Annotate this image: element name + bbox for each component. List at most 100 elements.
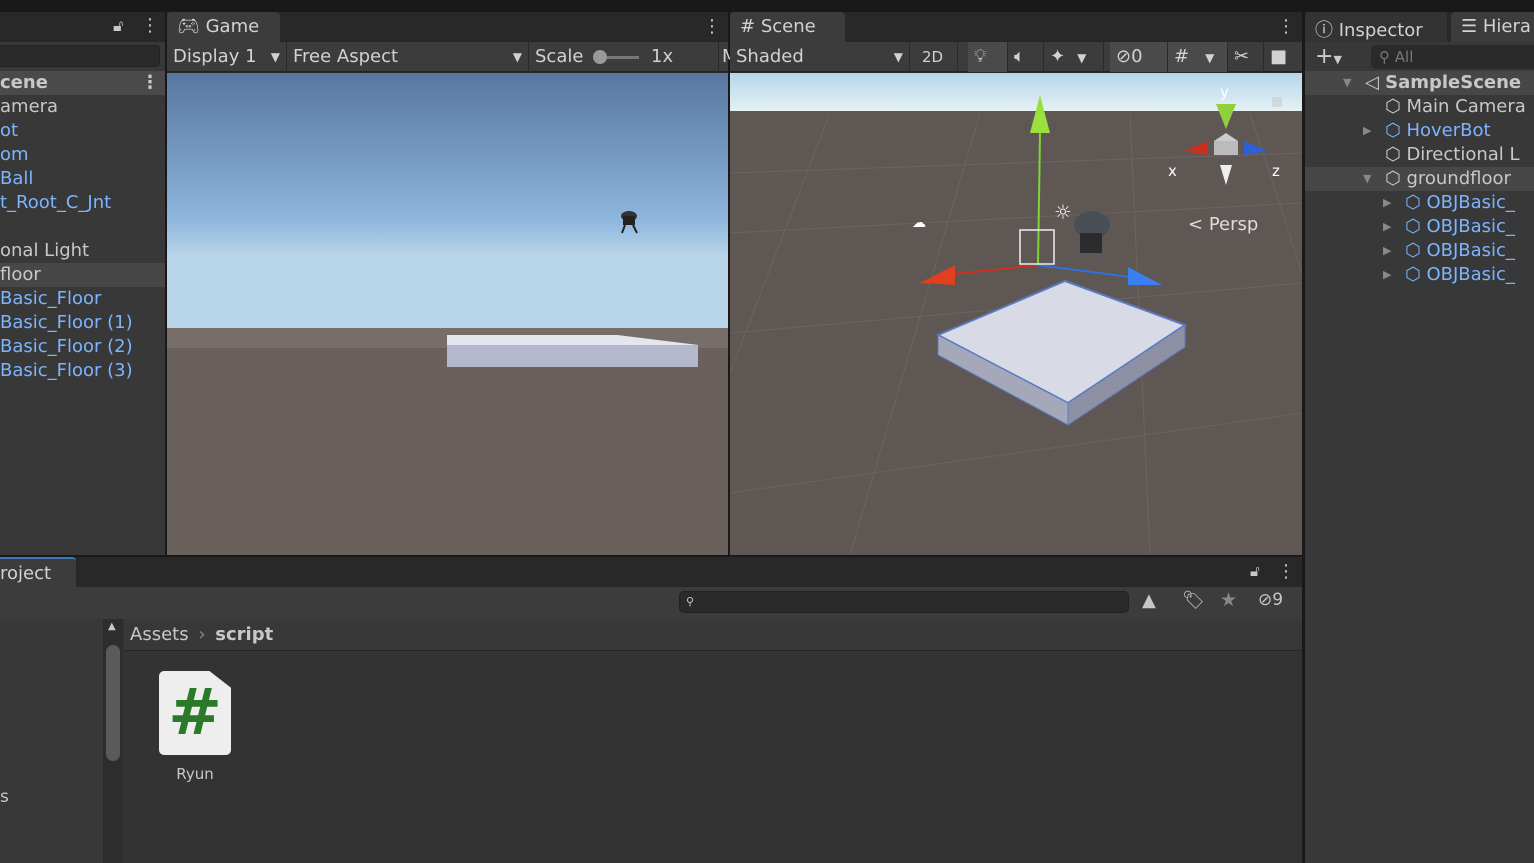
hierarchy-item[interactable]: ▶ ⬡ HoverBot <box>1305 119 1534 143</box>
scene-menu-icon[interactable]: ⋮ <box>141 71 159 95</box>
hierarchy-item[interactable]: ▼ ⬡ groundfloor <box>1305 167 1534 191</box>
tab-scene[interactable]: # Scene <box>730 12 845 42</box>
breadcrumb-script[interactable]: script <box>215 624 273 645</box>
breadcrumb-assets[interactable]: Assets <box>130 624 189 645</box>
display-dropdown[interactable]: Display 1 ▼ <box>167 42 287 72</box>
scale-slider-handle[interactable] <box>593 50 607 64</box>
scale-control[interactable]: Scale 1x <box>529 42 719 72</box>
hierarchy-item-label: OBJBasic_ <box>1426 240 1515 261</box>
hierarchy-item[interactable]: ▶ ⬡ OBJBasic_ <box>1305 239 1534 263</box>
tab-game[interactable]: 🎮︎ Game <box>167 12 280 42</box>
camera-icon: ■ <box>1270 46 1288 67</box>
hierarchy-item[interactable]: Ball <box>0 167 165 191</box>
hierarchy-item[interactable]: Basic_Floor <box>0 287 165 311</box>
2d-toggle[interactable]: 2D <box>916 42 958 72</box>
prefab-cube-icon: ⬡ <box>1405 216 1427 237</box>
camera-dropdown[interactable]: ■ <box>1264 42 1302 72</box>
expand-arrow-icon[interactable]: ▶ <box>1363 119 1371 143</box>
gameobject-cube-icon: ⬡ <box>1385 168 1407 189</box>
scrollbar-thumb[interactable] <box>106 645 120 761</box>
expand-arrow-icon[interactable]: ▶ <box>1383 263 1391 287</box>
hierarchy-item[interactable]: ⬡ Directional L <box>1305 143 1534 167</box>
hierarchy-item[interactable]: Basic_Floor (3) <box>0 359 165 383</box>
scene-viewport[interactable]: ☼ ☁ y x z < Persp <box>730 73 1302 555</box>
hierarchy-item[interactable]: ▶ ⬡ OBJBasic_ <box>1305 215 1534 239</box>
hierarchy-item[interactable]: t_Root_C_Jnt <box>0 191 165 215</box>
tab-inspector[interactable]: ⓘ Inspector <box>1305 12 1447 42</box>
scroll-up-icon[interactable]: ▲ <box>108 621 116 632</box>
lighting-toggle[interactable]: 💡︎ <box>968 42 1008 72</box>
hierarchy-item-label: groundfloor <box>1406 168 1511 189</box>
asset-item[interactable]: # Ryun <box>155 671 235 783</box>
game-toolbar: Display 1▼ Free Aspect▼ Scale 1x M <box>167 42 738 72</box>
expand-arrow-icon[interactable]: ▶ <box>1383 239 1391 263</box>
filter-by-type-icon[interactable]: ▲ <box>1142 590 1156 611</box>
gameobject-cube-icon: ⬡ <box>1385 144 1407 165</box>
game-panel: 🎮︎ Game ⋮ Display 1 ▼ Free Aspect ▼ Scale … <box>167 12 738 555</box>
add-button[interactable]: +▼ <box>1315 44 1342 69</box>
tools-icon: ✂︎ <box>1234 46 1250 67</box>
prefab-cube-icon: ⬡ <box>1405 264 1427 285</box>
hierarchy-item-label: HoverBot <box>1406 120 1491 141</box>
lock-icon[interactable]: 🔓︎ <box>113 16 123 36</box>
game-more-icon[interactable]: ⋮ <box>703 16 721 37</box>
csharp-script-icon: # <box>159 671 231 755</box>
panel-divider[interactable] <box>1302 555 1305 863</box>
hierarchy-search-input[interactable] <box>0 45 160 67</box>
chevron-down-icon: ▼ <box>1205 51 1215 65</box>
speaker-icon: 🔈︎ <box>1014 46 1025 67</box>
right-panel: ⓘ Inspector ☰ Hiera +▼ ⚲ All ▼ ◁ SampleSc… <box>1305 12 1534 863</box>
project-search-input[interactable]: ⚲ <box>679 591 1129 613</box>
hierarchy-item[interactable]: Basic_Floor (2) <box>0 335 165 359</box>
scene-header[interactable]: cene ⋮ <box>0 71 165 95</box>
hierarchy-item[interactable]: Basic_Floor (1) <box>0 311 165 335</box>
cloud-icon: ☁ <box>912 215 926 231</box>
breadcrumb: Assets › script <box>124 619 1303 651</box>
persp-label[interactable]: < Persp <box>1188 214 1258 235</box>
hierarchy-item[interactable]: ot <box>0 119 165 143</box>
audio-toggle[interactable]: 🔈︎ <box>1008 42 1044 72</box>
hierarchy-item[interactable]: ▼ ◁ SampleScene <box>1305 71 1534 95</box>
hierarchy-item[interactable]: ▶ ⬡ OBJBasic_ <box>1305 263 1534 287</box>
expand-arrow-open-icon[interactable]: ▼ <box>1363 167 1371 191</box>
lightbulb-icon: 💡︎ <box>974 46 987 67</box>
folder-tree-scrollbar[interactable]: ▲ <box>103 619 123 863</box>
eye-slash-icon: ⊘ <box>1258 590 1273 610</box>
game-viewport[interactable] <box>167 73 728 555</box>
tab-project[interactable]: roject <box>0 557 76 587</box>
aspect-dropdown[interactable]: Free Aspect ▼ <box>287 42 529 72</box>
hidden-packages-toggle[interactable]: ⊘9 <box>1258 590 1283 610</box>
prefab-cube-icon: ⬡ <box>1385 120 1407 141</box>
maximize-toggle[interactable]: M <box>719 42 738 72</box>
lock-icon[interactable]: 🔓︎ <box>1250 562 1260 580</box>
hierarchy-search-input[interactable]: ⚲ All <box>1371 45 1534 69</box>
grid-snap-icon: # <box>1174 46 1190 67</box>
hierarchy-item[interactable] <box>0 215 165 239</box>
hierarchy-item[interactable]: onal Light <box>0 239 165 263</box>
lock-icon[interactable] <box>1272 97 1282 107</box>
hierarchy-item[interactable]: om <box>0 143 165 167</box>
more-options-icon[interactable]: ⋮ <box>141 15 159 36</box>
hierarchy-item[interactable]: ▶ ⬡ OBJBasic_ <box>1305 191 1534 215</box>
hidden-objects-toggle[interactable]: ⊘0 <box>1110 42 1168 72</box>
hierarchy-item[interactable]: ⬡ Main Camera <box>1305 95 1534 119</box>
tab-hierarchy[interactable]: ☰ Hiera <box>1451 12 1534 42</box>
effects-dropdown[interactable]: ✦ ▼ <box>1044 42 1104 72</box>
light-icon[interactable]: ☼ <box>1054 200 1072 224</box>
grid-dropdown[interactable]: # ▼ <box>1168 42 1228 72</box>
scene-more-icon[interactable]: ⋮ <box>1277 16 1295 37</box>
tools-toggle[interactable]: ✂︎ <box>1228 42 1264 72</box>
favorite-star-icon[interactable]: ★ <box>1220 589 1237 611</box>
shading-dropdown[interactable]: Shaded ▼ <box>730 42 910 72</box>
expand-arrow-open-icon[interactable]: ▼ <box>1343 71 1351 95</box>
hierarchy-item[interactable]: floor <box>0 263 165 287</box>
hierarchy-item-label: Directional L <box>1406 144 1520 165</box>
expand-arrow-icon[interactable]: ▶ <box>1383 191 1391 215</box>
hierarchy-item-label: OBJBasic_ <box>1426 264 1515 285</box>
expand-arrow-icon[interactable]: ▶ <box>1383 215 1391 239</box>
filter-by-label-icon[interactable]: 🏷︎ <box>1182 590 1205 611</box>
chevron-down-icon: ▼ <box>270 50 280 64</box>
hierarchy-item[interactable]: amera <box>0 95 165 119</box>
more-options-icon[interactable]: ⋮ <box>1277 561 1295 582</box>
grid-icon: # <box>740 16 756 37</box>
